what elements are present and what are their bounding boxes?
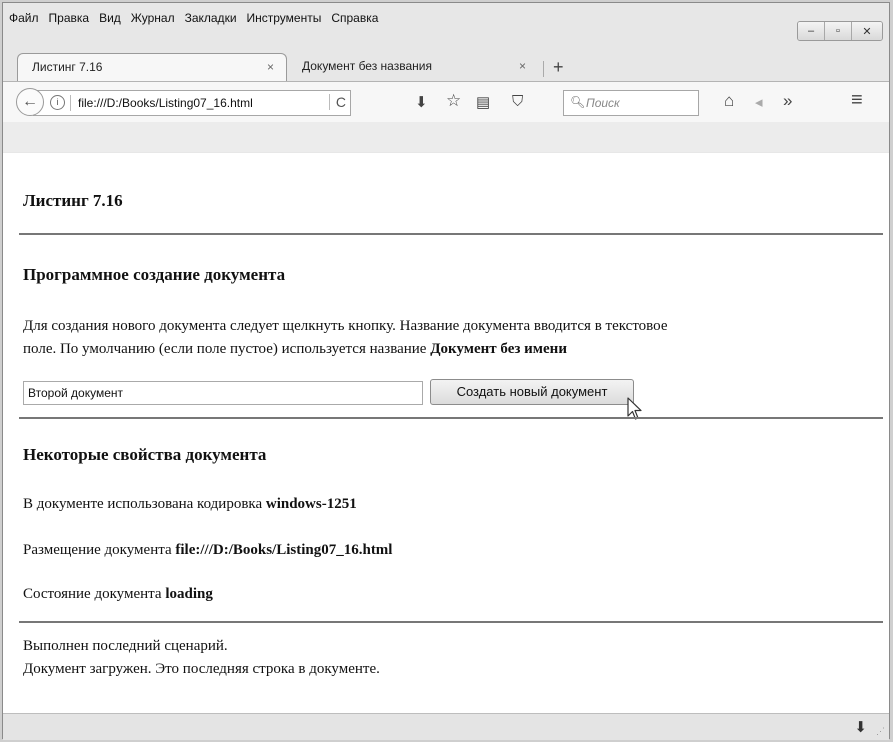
pocket-icon[interactable]: ⛉ [512,93,523,110]
charset-value: windows-1251 [265,496,357,512]
back-arrow-icon[interactable]: ← [16,88,44,116]
tab-untitled-document[interactable]: Документ без названия × [288,53,538,81]
state-value: loading [165,586,213,602]
state-row: Состояние документа loading [23,583,873,606]
toolbar-spacer [3,122,889,152]
resize-grip-icon[interactable]: ⋰ [876,726,885,737]
location-label: Размещение документа [23,542,172,558]
menu-tools[interactable]: Инструменты [247,11,322,29]
create-document-button[interactable]: Создать новый документ [430,379,634,405]
charset-label: В документе использована кодировка [23,496,263,512]
document-name-input[interactable]: Второй документ [23,381,423,405]
download-icon[interactable]: ⬇ [854,718,867,736]
section-title-properties: Некоторые свойства документа [23,445,267,464]
footer-text: Выполнен последний сценарий. Документ за… [23,635,873,681]
close-window-button[interactable]: ✕ [851,22,882,40]
divider [19,417,883,419]
download-icon[interactable]: ⬇ [415,93,428,111]
minimize-button[interactable]: ‒ [798,22,824,40]
description-line1: Для создания нового документа следует ще… [23,318,668,334]
page-title: Листинг 7.16 [23,191,123,210]
browser-window: Файл Правка Вид Журнал Закладки Инструме… [2,2,890,740]
window-controls: ‒ ▫ ✕ [797,21,883,41]
menu-bookmarks[interactable]: Закладки [185,11,237,29]
description-line2: поле. По умолчанию (если поле пустое) ис… [23,341,427,357]
tab-label: Документ без названия [302,59,432,73]
divider [19,621,883,623]
tab-label: Листинг 7.16 [32,60,103,74]
location-value: file:///D:/Books/Listing07_16.html [175,542,393,558]
address-bar[interactable]: i file:///D:/Books/Listing07_16.html C [33,90,351,116]
status-bar: ⬇ ⋰ [3,713,889,740]
menu-bar: Файл Правка Вид Журнал Закладки Инструме… [9,11,378,29]
charset-row: В документе использована кодировка windo… [23,493,873,516]
tab-strip: Листинг 7.16 × Документ без названия × + [3,47,889,81]
section-description: Для создания нового документа следует ще… [23,315,873,361]
menu-history[interactable]: Журнал [131,11,175,29]
menu-view[interactable]: Вид [99,11,121,29]
location-row: Размещение документа file:///D:/Books/Li… [23,539,873,562]
close-tab-icon[interactable]: × [267,60,274,81]
bookmark-star-icon[interactable]: ☆ [446,91,461,111]
default-name: Документ без имени [430,341,567,357]
reload-icon[interactable]: C [328,94,346,110]
page-content: Листинг 7.16 Программное создание докуме… [3,153,889,713]
info-icon[interactable]: i [50,95,65,110]
share-icon[interactable]: ◂ [755,93,763,111]
home-icon[interactable]: ⌂ [724,91,734,111]
reading-list-icon[interactable]: ▤ [476,93,490,111]
navigation-bar: i file:///D:/Books/Listing07_16.html C ←… [3,81,889,123]
state-label: Состояние документа [23,586,162,602]
close-tab-icon[interactable]: × [519,59,526,81]
tab-separator [543,61,544,77]
footer-line1: Выполнен последний сценарий. [23,638,228,654]
search-icon: 🔍︎ [570,95,586,109]
hamburger-menu-icon[interactable]: ≡ [851,89,863,112]
tab-listing[interactable]: Листинг 7.16 × [17,53,287,81]
footer-line2: Документ загружен. Это последняя строка … [23,661,380,677]
menu-edit[interactable]: Правка [49,11,90,29]
menu-file[interactable]: Файл [9,11,39,29]
new-tab-button[interactable]: + [553,57,564,78]
menu-help[interactable]: Справка [331,11,378,29]
search-input[interactable]: 🔍︎ Поиск [563,90,699,116]
divider [19,233,883,235]
divider [70,95,71,111]
url-text[interactable]: file:///D:/Books/Listing07_16.html [78,96,253,110]
maximize-button[interactable]: ▫ [824,22,851,40]
search-placeholder: Поиск [586,96,620,110]
overflow-chevron-icon[interactable]: » [783,91,792,111]
section-title-create: Программное создание документа [23,265,286,284]
